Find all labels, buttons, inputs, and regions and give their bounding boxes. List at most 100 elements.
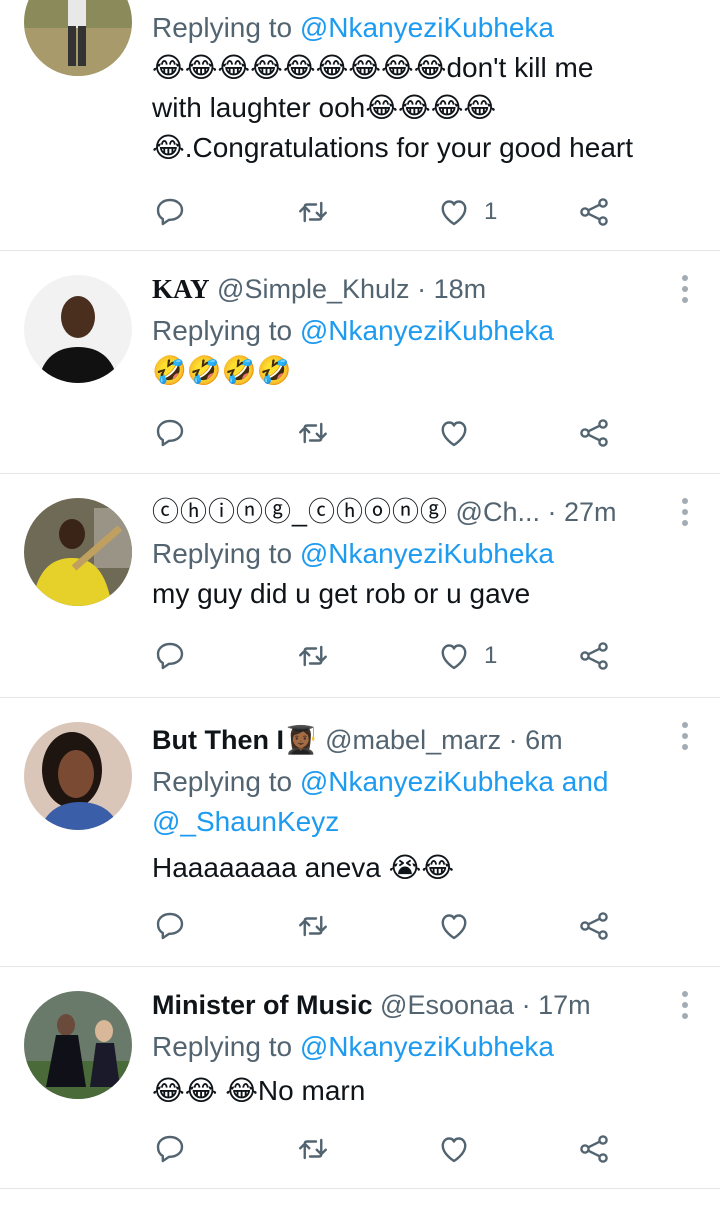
like-button[interactable] — [436, 906, 484, 946]
tweet-actions — [152, 906, 622, 946]
replying-to: Replying to @NkanyeziKubheka — [152, 534, 692, 574]
tweet-actions — [152, 1129, 622, 1169]
separator-dot: · — [521, 990, 531, 1020]
avatar-woman-icon — [24, 722, 132, 830]
tweet-text: 😂😂😂😂😂😂😂😂😂don't kill me with laughter ooh… — [152, 48, 692, 168]
like-button[interactable] — [436, 1129, 484, 1169]
timestamp[interactable]: 18m — [434, 274, 487, 304]
more-options-icon[interactable] — [680, 275, 690, 307]
mention-link[interactable]: @NkanyeziKubheka — [300, 538, 554, 569]
reply-button[interactable] — [152, 192, 188, 232]
divider — [0, 473, 720, 474]
tweet-text-line: 😂.Congratulations for your good heart — [152, 132, 633, 163]
avatar[interactable] — [24, 722, 132, 830]
separator-dot: · — [508, 725, 518, 755]
avatar-person-standing-icon — [24, 0, 132, 76]
avatar-yellow-outfit-icon — [24, 498, 132, 606]
avatar[interactable] — [24, 0, 132, 76]
share-icon — [580, 642, 608, 670]
reply-icon — [156, 912, 184, 940]
user-handle[interactable]: @Esoonaa — [380, 990, 514, 1020]
avatar-football-player-icon — [24, 991, 132, 1099]
timestamp[interactable]: 6m — [525, 725, 563, 755]
tweet-actions: 1 — [152, 636, 622, 676]
replying-to: Replying to @NkanyeziKubheka — [152, 311, 692, 351]
mention-link[interactable]: @_ShaunKeyz — [152, 806, 339, 837]
separator-dot: · — [547, 497, 557, 527]
heart-icon — [441, 1137, 467, 1163]
reply-icon — [156, 1135, 184, 1163]
mention-link[interactable]: @NkanyeziKubheka — [300, 766, 554, 797]
timestamp[interactable]: 27m — [564, 497, 617, 527]
replying-to: Replying to @NkanyeziKubheka — [152, 1027, 692, 1067]
avatar[interactable] — [24, 498, 132, 606]
share-button[interactable] — [576, 192, 612, 232]
retweet-button[interactable] — [295, 192, 331, 232]
separator-dot: · — [417, 274, 427, 304]
retweet-button[interactable] — [295, 636, 331, 676]
tweet-text-line: 😂😂 😂No marn — [152, 1075, 366, 1106]
divider — [0, 250, 720, 251]
tweet-header: ⓒⓗⓘⓝⓖ_ⓒⓗⓞⓝⓖ @Ch... · 27m — [152, 490, 692, 534]
retweet-button[interactable] — [295, 1129, 331, 1169]
more-options-icon[interactable] — [680, 722, 690, 754]
replying-to: Replying to @NkanyeziKubheka — [152, 8, 692, 48]
mention-link[interactable]: @NkanyeziKubheka — [300, 1031, 554, 1062]
tweet-text-line: Haaaaaaaa aneva 😭😂 — [152, 852, 455, 883]
reply-button[interactable] — [152, 1129, 188, 1169]
reply-icon — [156, 419, 184, 447]
tweet-actions — [152, 413, 622, 453]
share-button[interactable] — [576, 906, 612, 946]
heart-icon — [441, 914, 467, 940]
reply-button[interactable] — [152, 636, 188, 676]
like-button[interactable]: 1 — [436, 636, 497, 676]
retweet-button[interactable] — [295, 413, 331, 453]
share-icon — [580, 912, 608, 940]
replying-and: and — [554, 766, 609, 797]
avatar[interactable] — [24, 991, 132, 1099]
replying-label: Replying to — [152, 1031, 300, 1062]
heart-icon — [441, 200, 467, 226]
avatar-man-black-shirt-icon — [24, 275, 132, 383]
timestamp[interactable]: 17m — [538, 990, 591, 1020]
user-handle[interactable]: @Simple_Khulz — [217, 274, 410, 304]
tweet-text: 😂😂 😂No marn — [152, 1071, 692, 1111]
like-button[interactable] — [436, 413, 484, 453]
mention-link[interactable]: @NkanyeziKubheka — [300, 12, 554, 43]
retweet-icon — [299, 201, 327, 223]
share-button[interactable] — [576, 1129, 612, 1169]
share-icon — [580, 1135, 608, 1163]
retweet-button[interactable] — [295, 906, 331, 946]
divider — [0, 966, 720, 967]
reply-button[interactable] — [152, 906, 188, 946]
avatar[interactable] — [24, 275, 132, 383]
replying-to: Replying to @NkanyeziKubheka and — [152, 762, 692, 802]
reply-button[interactable] — [152, 413, 188, 453]
share-button[interactable] — [576, 636, 612, 676]
user-handle[interactable]: @mabel_marz — [325, 725, 501, 755]
more-options-icon[interactable] — [680, 991, 690, 1023]
retweet-icon — [299, 422, 327, 444]
user-handle[interactable]: @Ch... — [456, 497, 540, 527]
retweet-icon — [299, 1138, 327, 1160]
display-name[interactable]: KAY — [152, 274, 210, 304]
display-name[interactable]: Minister of Music — [152, 990, 373, 1020]
more-options-icon[interactable] — [680, 498, 690, 530]
share-icon — [580, 198, 608, 226]
tweet-text-line: my guy did u get rob or u gave — [152, 578, 531, 609]
tweet-header: Minister of Music @Esoonaa · 17m — [152, 983, 692, 1027]
replying-to-2: @_ShaunKeyz — [152, 802, 692, 842]
like-count: 1 — [484, 642, 498, 669]
share-button[interactable] — [576, 413, 612, 453]
tweet-actions: 1 — [152, 192, 622, 232]
reply-icon — [156, 198, 184, 226]
mention-link[interactable]: @NkanyeziKubheka — [300, 315, 554, 346]
like-button[interactable]: 1 — [436, 192, 497, 232]
tweet-text: Haaaaaaaa aneva 😭😂 — [152, 848, 692, 888]
retweet-icon — [299, 915, 327, 937]
display-name[interactable]: But Then I👩🏾‍🎓 — [152, 725, 318, 755]
tweet-text: my guy did u get rob or u gave — [152, 574, 692, 614]
display-name[interactable]: ⓒⓗⓘⓝⓖ_ⓒⓗⓞⓝⓖ — [152, 497, 448, 527]
retweet-icon — [299, 645, 327, 667]
share-icon — [580, 419, 608, 447]
